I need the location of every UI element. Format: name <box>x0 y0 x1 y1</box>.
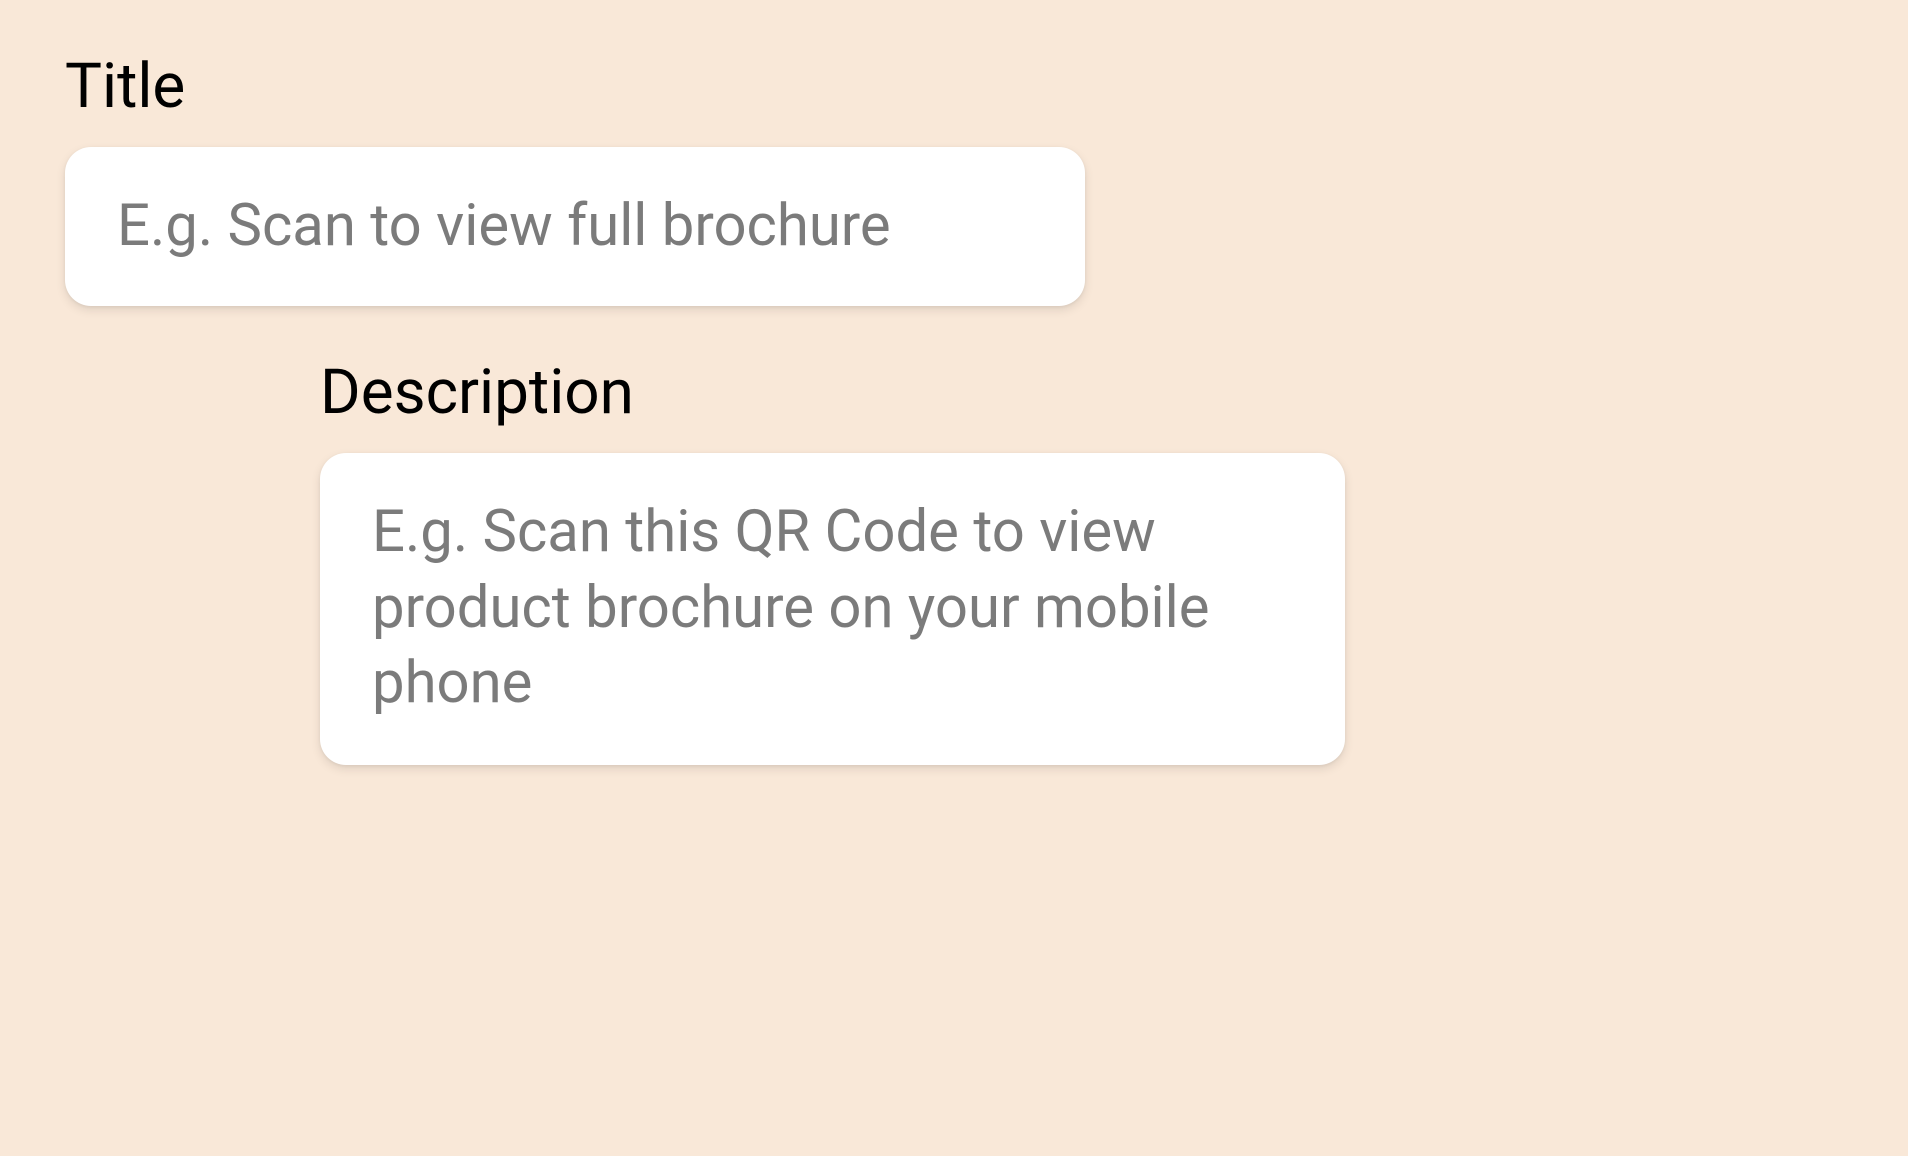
title-label: Title <box>65 50 1843 123</box>
description-label: Description <box>320 356 1843 429</box>
title-input[interactable] <box>65 147 1085 306</box>
form-container: Title Description <box>0 0 1908 815</box>
description-field-group: Description <box>320 356 1843 765</box>
title-field-group: Title <box>65 50 1843 306</box>
description-input[interactable] <box>320 453 1345 765</box>
